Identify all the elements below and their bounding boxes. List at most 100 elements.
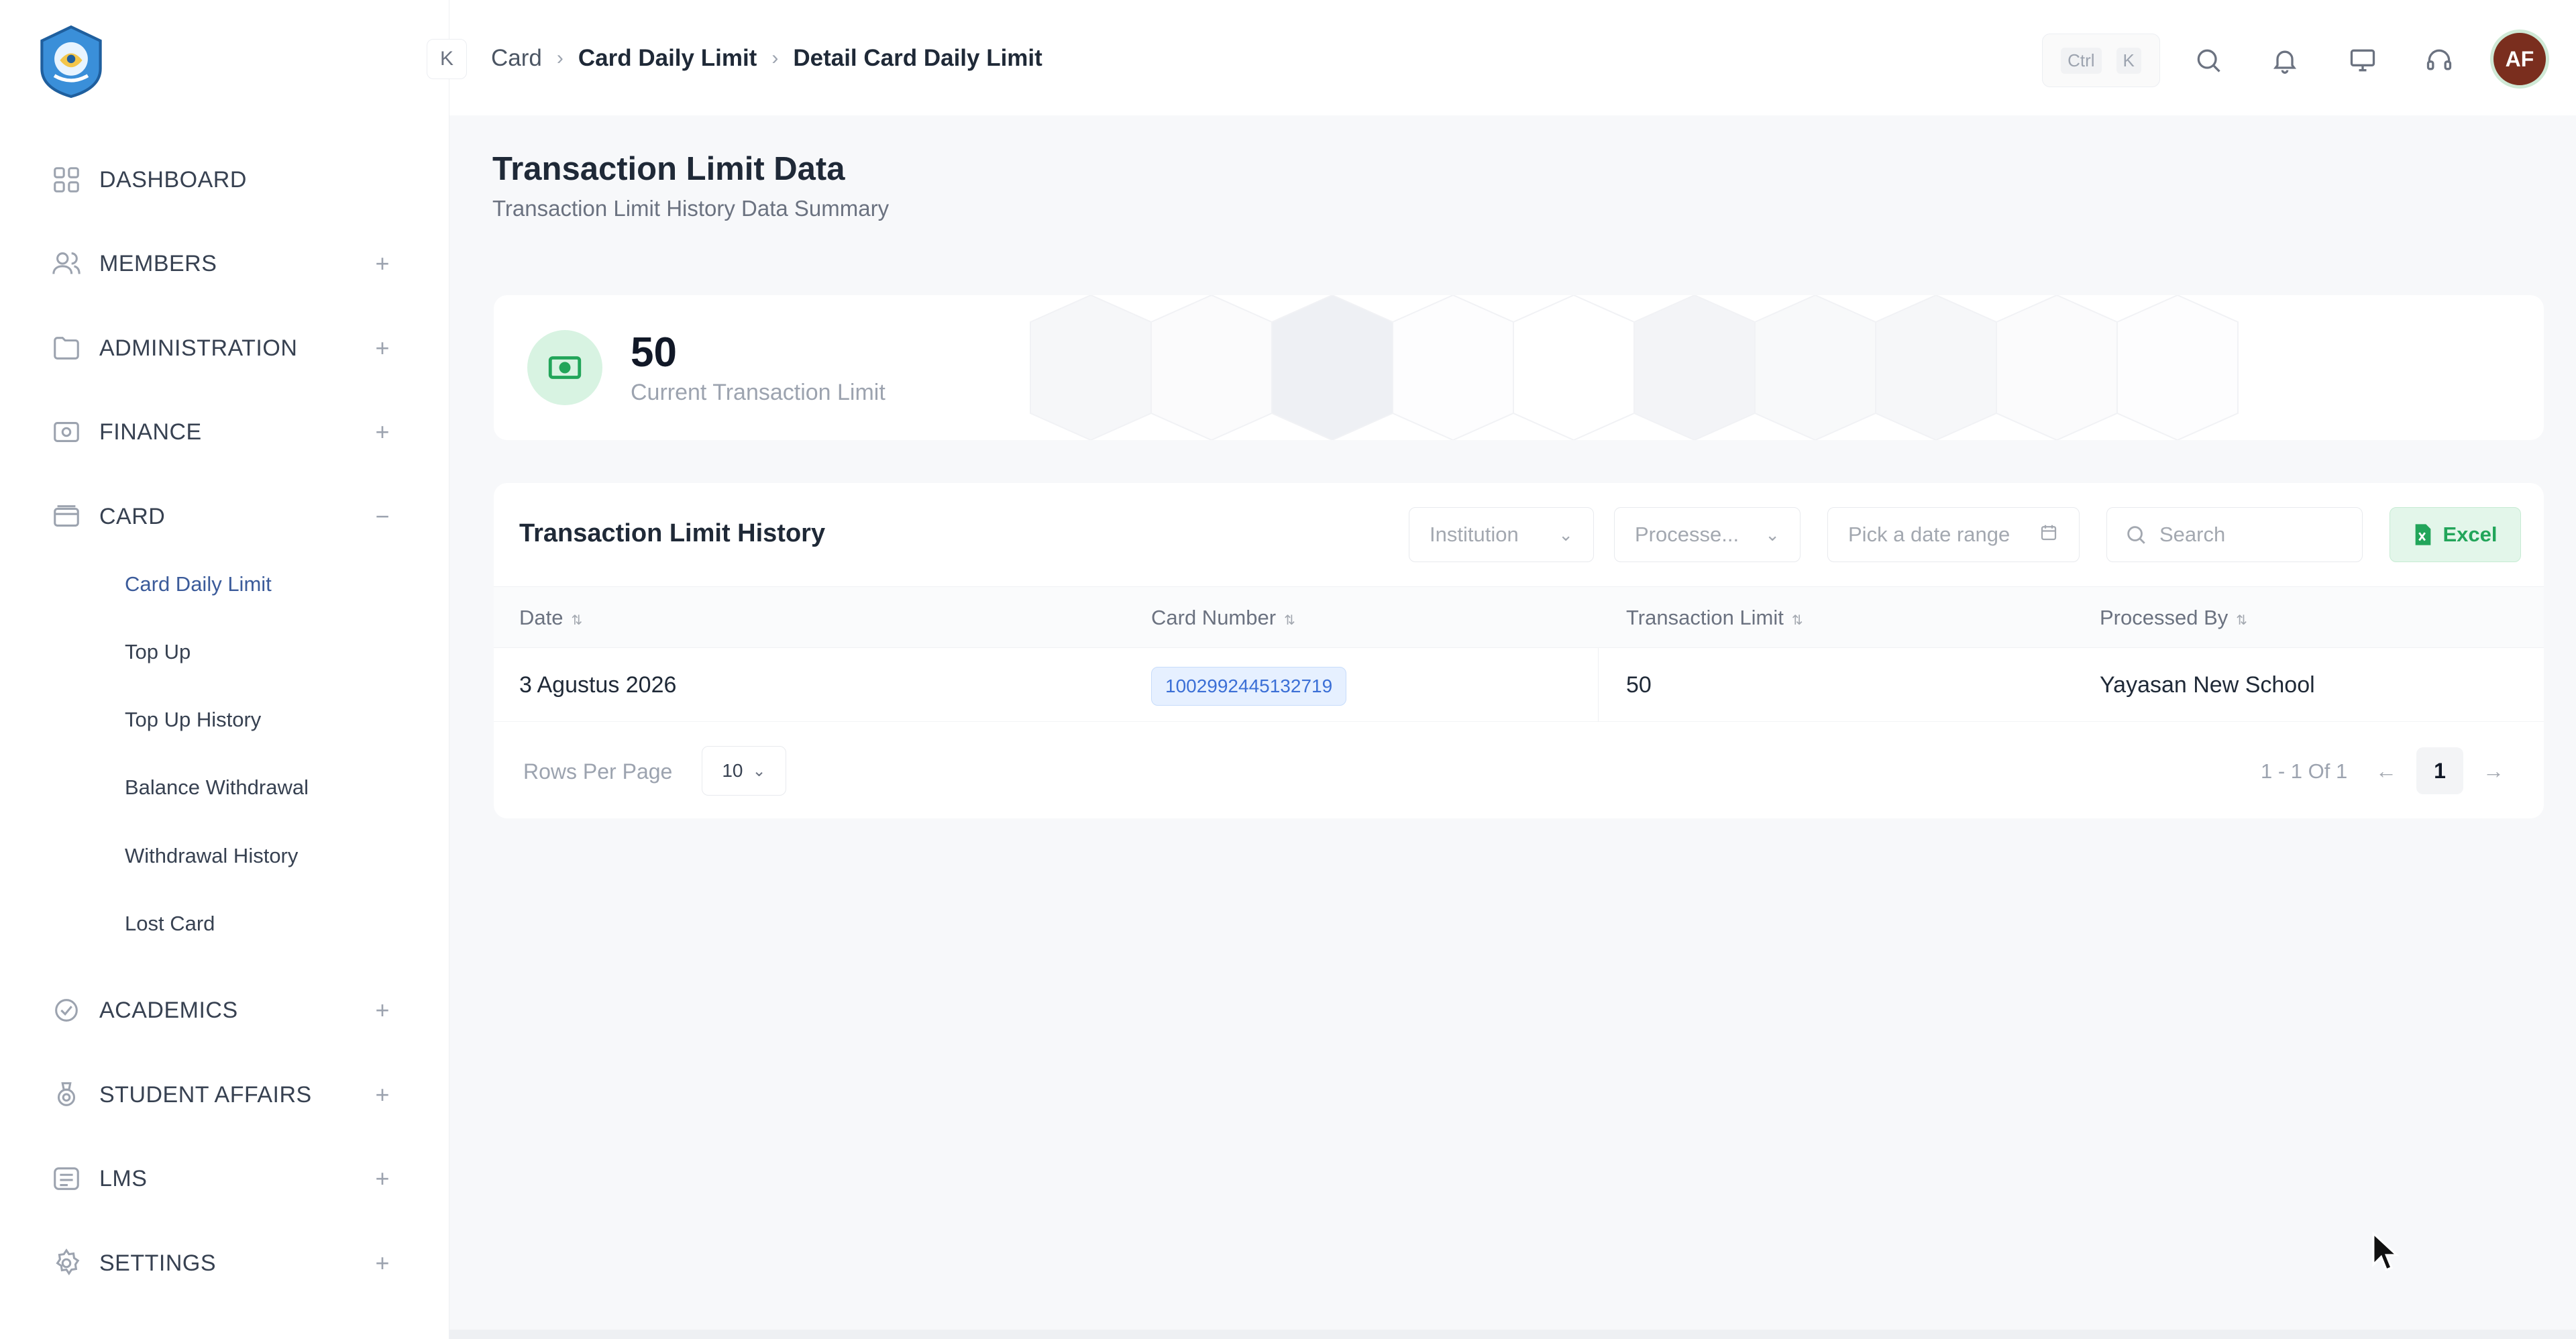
collapse-icon[interactable]: − bbox=[368, 502, 397, 531]
pagination-range: 1 - 1 Of 1 bbox=[2261, 759, 2348, 783]
cell-date: 3 Agustus 2026 bbox=[519, 672, 677, 698]
search-icon bbox=[2197, 49, 2220, 72]
breadcrumb-item[interactable]: Card Daily Limit bbox=[578, 45, 757, 72]
current-limit-value: 50 bbox=[631, 329, 677, 376]
calendar-icon bbox=[2039, 523, 2059, 547]
page-number-button[interactable]: 1 bbox=[2416, 747, 2463, 794]
folder-icon bbox=[48, 330, 85, 366]
sidebar-subitem-withdrawal-history[interactable]: Withdrawal History bbox=[125, 835, 298, 877]
date-range-picker[interactable]: Pick a date range bbox=[1827, 507, 2080, 562]
arrow-left-icon: ← bbox=[2375, 759, 2397, 783]
cell-card-number[interactable]: 1002992445132719 bbox=[1151, 648, 1347, 722]
sidebar-item-label: STUDENT AFFAIRS bbox=[99, 1081, 312, 1108]
current-limit-label: Current Transaction Limit bbox=[631, 380, 885, 405]
display-button[interactable] bbox=[2343, 40, 2383, 81]
expand-icon[interactable]: + bbox=[368, 996, 397, 1025]
sidebar-item-student-affairs[interactable]: STUDENT AFFAIRS + bbox=[48, 1068, 397, 1122]
shortcut-key: K bbox=[2116, 47, 2141, 74]
sidebar-item-label: ADMINISTRATION bbox=[99, 335, 298, 361]
chevron-down-icon: ⌄ bbox=[752, 761, 766, 780]
column-header-transaction-limit[interactable]: Transaction Limit ⇅ bbox=[1626, 587, 1803, 649]
expand-icon[interactable]: + bbox=[368, 1080, 397, 1110]
page-title: Transaction Limit Data bbox=[492, 151, 845, 187]
mouse-cursor-icon bbox=[2372, 1232, 2400, 1271]
sidebar-item-lms[interactable]: LMS + bbox=[48, 1152, 397, 1206]
sidebar: DASHBOARD MEMBERS + ADMINISTRATION + FIN… bbox=[0, 0, 449, 1339]
expand-icon[interactable]: + bbox=[368, 1164, 397, 1193]
notifications-button[interactable] bbox=[2265, 40, 2305, 81]
collapse-sidebar-button[interactable]: K bbox=[427, 39, 467, 79]
search-icon bbox=[2127, 526, 2145, 544]
processed-select-placeholder: Processe... bbox=[1635, 523, 1739, 546]
badge-icon bbox=[48, 1077, 85, 1113]
avatar[interactable]: AF bbox=[2490, 30, 2549, 89]
search-input[interactable]: Search bbox=[2106, 507, 2363, 562]
column-label: Date bbox=[519, 606, 564, 629]
sidebar-subitem-balance-withdrawal[interactable]: Balance Withdrawal bbox=[125, 767, 309, 808]
date-range-placeholder: Pick a date range bbox=[1848, 523, 2010, 546]
chevron-right-icon: › bbox=[771, 47, 779, 69]
rows-per-page-select[interactable]: 10 ⌄ bbox=[702, 746, 786, 796]
table-row[interactable]: 3 Agustus 2026 1002992445132719 50 Yayas… bbox=[494, 648, 2544, 722]
column-divider bbox=[1598, 648, 1599, 722]
breadcrumb-current: Detail Card Daily Limit bbox=[793, 45, 1042, 71]
current-limit-card: 50 Current Transaction Limit bbox=[494, 295, 2544, 440]
command-palette-shortcut[interactable]: Ctrl K bbox=[2042, 34, 2160, 87]
search-button[interactable] bbox=[2188, 40, 2229, 81]
collapse-left-icon: K bbox=[439, 48, 453, 70]
column-header-card-number[interactable]: Card Number ⇅ bbox=[1151, 587, 1295, 649]
shortcut-key: Ctrl bbox=[2061, 47, 2102, 74]
school-logo[interactable] bbox=[36, 25, 106, 98]
card-number-badge[interactable]: 1002992445132719 bbox=[1151, 667, 1347, 706]
sort-icon: ⇅ bbox=[1791, 613, 1803, 628]
sort-icon: ⇅ bbox=[2236, 613, 2248, 628]
money-icon bbox=[527, 330, 602, 405]
support-button[interactable] bbox=[2419, 40, 2459, 81]
export-excel-button[interactable]: Excel bbox=[2390, 507, 2521, 562]
page-subtitle: Transaction Limit History Data Summary bbox=[492, 196, 890, 221]
cell-processed-by: Yayasan New School bbox=[2100, 672, 2315, 698]
sidebar-item-card[interactable]: CARD − bbox=[48, 490, 397, 543]
institution-select[interactable]: Institution ⌄ bbox=[1409, 507, 1594, 562]
monitor-icon bbox=[2350, 49, 2375, 72]
column-header-processed-by[interactable]: Processed By ⇅ bbox=[2100, 587, 2247, 649]
expand-icon[interactable]: + bbox=[368, 1248, 397, 1278]
list-icon bbox=[48, 1161, 85, 1197]
sidebar-subitem-card-daily-limit[interactable]: Card Daily Limit bbox=[125, 564, 272, 605]
table-title: Transaction Limit History bbox=[519, 519, 826, 547]
sidebar-item-label: MEMBERS bbox=[99, 250, 217, 276]
processed-by-select[interactable]: Processe... ⌄ bbox=[1614, 507, 1801, 562]
grid-icon bbox=[48, 162, 85, 198]
column-header-date[interactable]: Date ⇅ bbox=[519, 587, 582, 649]
sidebar-item-finance[interactable]: FINANCE + bbox=[48, 405, 397, 459]
institution-select-placeholder: Institution bbox=[1430, 523, 1519, 546]
users-icon bbox=[48, 246, 85, 282]
sidebar-item-label: SETTINGS bbox=[99, 1250, 217, 1276]
sidebar-subitem-top-up-history[interactable]: Top Up History bbox=[125, 699, 261, 741]
sidebar-item-administration[interactable]: ADMINISTRATION + bbox=[48, 321, 397, 375]
rows-per-page-value: 10 bbox=[722, 760, 743, 781]
expand-icon[interactable]: + bbox=[368, 333, 397, 363]
sidebar-subitem-lost-card[interactable]: Lost Card bbox=[125, 903, 215, 945]
gear-icon bbox=[48, 1245, 85, 1281]
sidebar-item-academics[interactable]: ACADEMICS + bbox=[48, 983, 397, 1037]
sidebar-item-settings[interactable]: SETTINGS + bbox=[48, 1236, 397, 1290]
sidebar-item-dashboard[interactable]: DASHBOARD bbox=[48, 153, 397, 207]
excel-file-icon bbox=[2416, 524, 2431, 545]
search-placeholder: Search bbox=[2159, 523, 2226, 546]
sidebar-item-label: LMS bbox=[99, 1165, 148, 1191]
arrow-right-icon: → bbox=[2483, 759, 2504, 783]
sidebar-item-label: DASHBOARD bbox=[99, 166, 247, 193]
sidebar-item-members[interactable]: MEMBERS + bbox=[48, 237, 397, 290]
sidebar-subitem-top-up[interactable]: Top Up bbox=[125, 631, 191, 673]
prev-page-button[interactable]: ← bbox=[2363, 747, 2410, 794]
rows-per-page-label: Rows Per Page bbox=[523, 759, 673, 784]
breadcrumb: Card › Card Daily Limit › Detail Card Da… bbox=[491, 42, 1042, 75]
expand-icon[interactable]: + bbox=[368, 417, 397, 447]
breadcrumb-item[interactable]: Card bbox=[491, 45, 542, 72]
expand-icon[interactable]: + bbox=[368, 249, 397, 278]
hexagon-pattern bbox=[1030, 295, 2239, 440]
next-page-button[interactable]: → bbox=[2470, 747, 2517, 794]
limit-history-card: Transaction Limit History Institution ⌄ … bbox=[494, 483, 2544, 818]
table-header: Date ⇅ Card Number ⇅ Transaction Limit ⇅ Pr… bbox=[494, 586, 2544, 648]
